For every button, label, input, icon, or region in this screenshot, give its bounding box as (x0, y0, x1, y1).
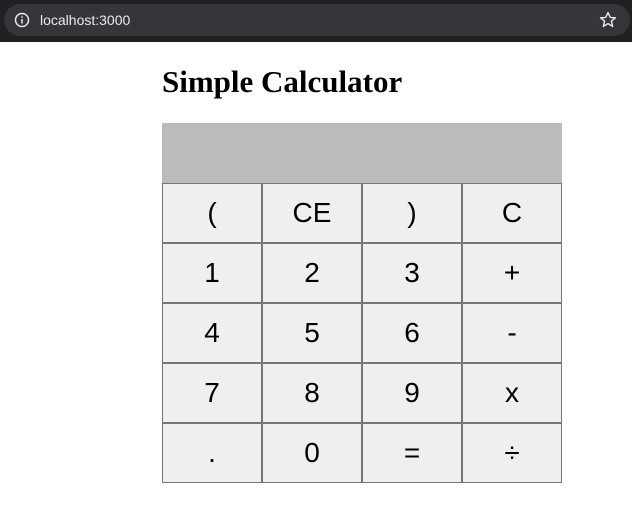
key-9[interactable]: 9 (362, 363, 462, 423)
url-text[interactable]: localhost:3000 (40, 12, 130, 28)
key-add[interactable]: + (462, 243, 562, 303)
key-clear-entry[interactable]: CE (262, 183, 362, 243)
key-2[interactable]: 2 (262, 243, 362, 303)
key-7[interactable]: 7 (162, 363, 262, 423)
key-1[interactable]: 1 (162, 243, 262, 303)
calculator-display (162, 123, 562, 183)
key-8[interactable]: 8 (262, 363, 362, 423)
key-multiply[interactable]: x (462, 363, 562, 423)
key-0[interactable]: 0 (262, 423, 362, 483)
page-title: Simple Calculator (162, 64, 403, 99)
key-4[interactable]: 4 (162, 303, 262, 363)
keypad: ( CE ) C 1 2 3 + 4 5 6 - 7 8 9 x . 0 = ÷ (162, 183, 562, 483)
key-5[interactable]: 5 (262, 303, 362, 363)
key-3[interactable]: 3 (362, 243, 462, 303)
browser-toolbar: localhost:3000 (0, 0, 632, 42)
key-clear[interactable]: C (462, 183, 562, 243)
key-divide[interactable]: ÷ (462, 423, 562, 483)
key-subtract[interactable]: - (462, 303, 562, 363)
address-bar[interactable]: localhost:3000 (4, 4, 630, 36)
calculator: ( CE ) C 1 2 3 + 4 5 6 - 7 8 9 x . 0 = ÷ (162, 123, 562, 483)
info-icon[interactable] (13, 11, 31, 29)
key-decimal[interactable]: . (162, 423, 262, 483)
key-equals[interactable]: = (362, 423, 462, 483)
key-close-paren[interactable]: ) (362, 183, 462, 243)
key-6[interactable]: 6 (362, 303, 462, 363)
star-icon[interactable] (598, 10, 618, 30)
key-open-paren[interactable]: ( (162, 183, 262, 243)
